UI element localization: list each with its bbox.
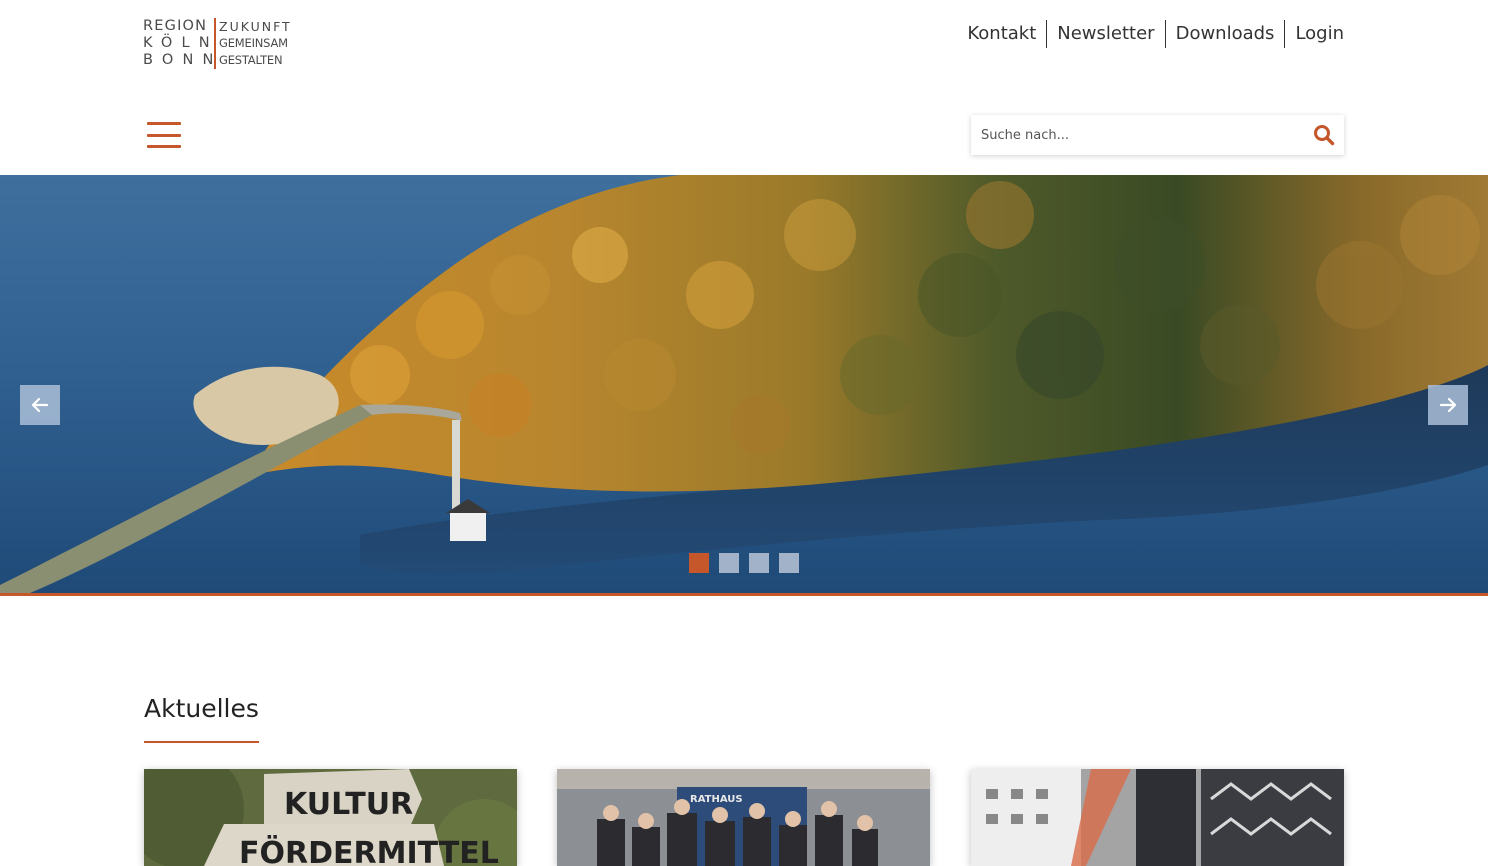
news-card-1-sign-top: KULTUR	[284, 787, 413, 822]
nav-link-login[interactable]: Login	[1284, 20, 1344, 48]
slider-dot-4[interactable]	[779, 553, 799, 573]
search-icon	[1314, 125, 1335, 146]
logo-line-bonn: BONN	[143, 52, 223, 68]
news-card-3[interactable]	[971, 769, 1344, 866]
logo-region-text: REGION KÖLN BONN	[143, 18, 223, 69]
news-card-2-sign: RATHAUS	[690, 794, 743, 805]
news-card-2-image: RATHAUS	[557, 769, 930, 866]
top-navigation: Kontakt Newsletter Downloads Login	[957, 20, 1344, 48]
logo[interactable]: REGION KÖLN BONN ZUKUNFT GEMEINSAM GESTA…	[143, 18, 293, 72]
news-card-1-sign-bottom: FÖRDERMITTEL	[239, 834, 499, 866]
search-box	[971, 115, 1344, 155]
slider-prev-button[interactable]	[20, 385, 60, 425]
news-card-1-image: KULTUR FÖRDERMITTEL	[144, 769, 517, 866]
logo-slogan-text: ZUKUNFT GEMEINSAM GESTALTEN	[219, 18, 292, 69]
search-button[interactable]	[1304, 115, 1344, 155]
menu-hamburger-icon[interactable]	[147, 122, 181, 148]
news-card-1[interactable]: KULTUR FÖRDERMITTEL	[144, 769, 517, 866]
slider-next-button[interactable]	[1428, 385, 1468, 425]
slider-dot-2[interactable]	[719, 553, 739, 573]
slider-dot-3[interactable]	[749, 553, 769, 573]
search-input[interactable]	[971, 115, 1304, 155]
arrow-right-icon	[1439, 397, 1457, 413]
arrow-left-icon	[31, 397, 49, 413]
hero-slider	[0, 175, 1488, 596]
slider-dots	[689, 553, 799, 573]
nav-link-downloads[interactable]: Downloads	[1164, 20, 1285, 48]
slider-dot-1[interactable]	[689, 553, 709, 573]
logo-line-gemeinsam: GEMEINSAM	[219, 36, 288, 50]
logo-line-region: REGION	[143, 18, 208, 34]
news-card-2[interactable]: RATHAUS	[557, 769, 930, 866]
section-title-underline	[144, 741, 259, 743]
hero-image-lake-forest	[0, 175, 1488, 593]
logo-line-zukunft: ZUKUNFT	[219, 19, 292, 34]
news-card-3-image	[971, 769, 1344, 866]
section-title-aktuelles: Aktuelles	[144, 694, 259, 723]
nav-link-kontakt[interactable]: Kontakt	[957, 20, 1046, 48]
logo-line-gestalten: GESTALTEN	[219, 53, 283, 67]
logo-line-koeln: KÖLN	[143, 35, 219, 51]
logo-divider	[214, 18, 216, 69]
nav-link-newsletter[interactable]: Newsletter	[1046, 20, 1164, 48]
